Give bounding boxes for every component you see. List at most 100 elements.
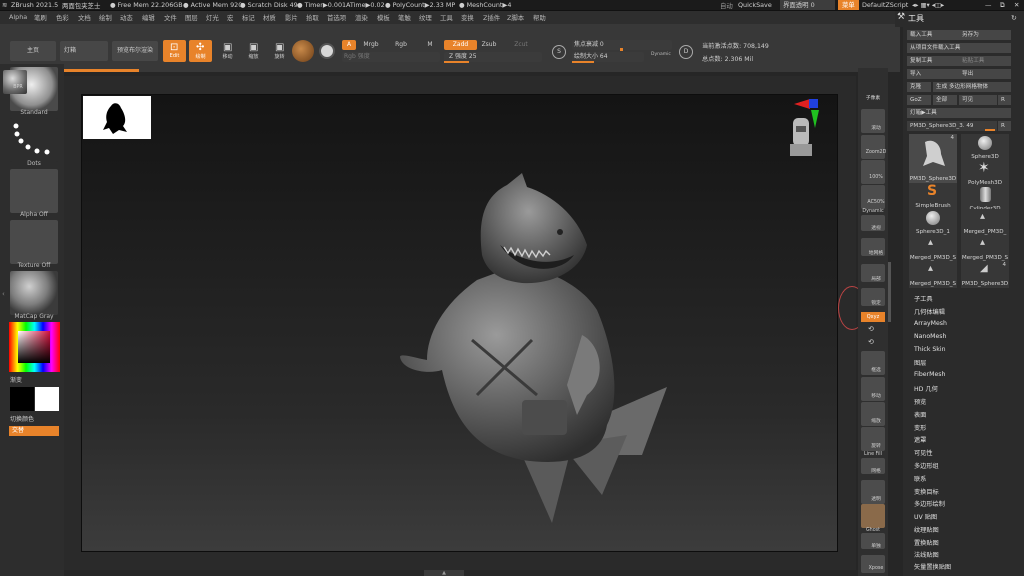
subpalette-vector-displacement-map[interactable]: 矢量置换贴图 xyxy=(914,562,951,571)
alternate-button[interactable]: 交替 xyxy=(9,426,59,436)
alpha-thumbnail[interactable] xyxy=(10,169,58,213)
menu-transform[interactable]: 变换 xyxy=(461,13,474,22)
goz-button[interactable]: GoZ xyxy=(907,95,931,105)
material-sphere-icon[interactable] xyxy=(292,40,314,62)
draw-button[interactable]: ✣ 绘制 xyxy=(189,40,212,62)
menu-zscript[interactable]: Z脚本 xyxy=(507,13,524,22)
menu-macro[interactable]: 宏 xyxy=(227,13,233,22)
menu-preferences[interactable]: 首选项 xyxy=(327,13,346,22)
close-icon[interactable]: ✕ xyxy=(1014,1,1019,9)
secondary-color-swatch[interactable] xyxy=(35,387,59,411)
tool-thumb-pm3d-sphere3d-2[interactable]: ◢ 4 PM3D_Sphere3D xyxy=(961,261,1009,288)
subpalette-preview[interactable]: 预览 xyxy=(914,397,926,406)
focal-shift-knob[interactable] xyxy=(620,48,623,51)
material-thumbnail[interactable] xyxy=(10,271,58,315)
lock-button[interactable]: 锁定 xyxy=(861,288,885,306)
subpalette-morph-target[interactable]: 变换目标 xyxy=(914,487,939,496)
transparency-button[interactable]: 透明 xyxy=(861,480,885,504)
gradient-label[interactable]: 渐变 xyxy=(10,375,22,384)
menu-stencil[interactable]: 模板 xyxy=(377,13,390,22)
rgb-intensity-slider[interactable]: Rgb 强度 xyxy=(342,52,440,62)
subpalette-displacement-map[interactable]: 置换贴图 xyxy=(914,538,939,547)
dynamic-toggle[interactable]: Dynamic xyxy=(651,52,671,57)
transparency-slider[interactable]: 界面透明 0 xyxy=(780,0,835,10)
subpalette-thickskin[interactable]: Thick Skin xyxy=(914,346,946,353)
menu-render[interactable]: 渲染 xyxy=(355,13,368,22)
lightbox-button[interactable]: 灯箱 xyxy=(60,41,108,61)
switch-color-button[interactable]: 切换颜色 xyxy=(10,414,34,423)
subpalette-deformation[interactable]: 变形 xyxy=(914,423,926,432)
subpalette-contact[interactable]: 联系 xyxy=(914,474,926,483)
color-saturation-square[interactable] xyxy=(18,331,50,363)
navigator-thumbnail[interactable] xyxy=(83,96,151,139)
rotate-button[interactable]: ▣ 旋转 xyxy=(268,40,291,62)
perspective-button[interactable]: 透视 xyxy=(861,215,885,231)
subpixel-label[interactable]: 子像素 xyxy=(858,94,888,101)
xyz-rotate-button[interactable]: Qxyz xyxy=(861,312,885,322)
load-from-project-button[interactable]: 从项目文件载入工具 xyxy=(907,43,1011,53)
subpalette-surface[interactable]: 表面 xyxy=(914,410,926,419)
local-button[interactable]: 局部 xyxy=(861,264,885,282)
preview-bool-render-button[interactable]: 预览布尔渲染 xyxy=(112,41,158,61)
document-canvas[interactable] xyxy=(81,94,838,552)
subpalette-normal-map[interactable]: 法线贴图 xyxy=(914,550,939,559)
minimize-icon[interactable]: — xyxy=(985,1,991,9)
menu-edit[interactable]: 编辑 xyxy=(142,13,155,22)
subpalette-polygroups[interactable]: 多边形组 xyxy=(914,461,939,470)
subpalette-geometry[interactable]: 几何体编辑 xyxy=(914,307,945,316)
menu-marker[interactable]: 标记 xyxy=(242,13,255,22)
subpalette-uv-map[interactable]: UV 贴图 xyxy=(914,512,937,521)
palette-refresh-icon[interactable]: ↻ xyxy=(1011,14,1017,22)
stroke-thumbnail[interactable] xyxy=(10,118,58,162)
subpalette-visibility[interactable]: 可见性 xyxy=(914,448,933,457)
subpalette-hd-geometry[interactable]: HD 几何 xyxy=(914,384,938,393)
quicksave-button[interactable]: QuickSave xyxy=(738,1,772,9)
subpalette-masking[interactable]: 遮罩 xyxy=(914,435,926,444)
rotate-y-icon[interactable]: ⟲ xyxy=(868,325,874,333)
menu-light[interactable]: 灯光 xyxy=(206,13,219,22)
menu-material[interactable]: 材质 xyxy=(263,13,276,22)
menu-tool[interactable]: 工具 xyxy=(440,13,453,22)
rgb-button[interactable]: Rgb xyxy=(388,40,414,50)
polyframe-button[interactable]: 网格 xyxy=(861,458,885,474)
color-swatch-icon[interactable] xyxy=(319,43,335,59)
layout-arrows-icon[interactable]: ◂▸ ▦▾ ◂◫▸ xyxy=(912,1,944,9)
restore-icon[interactable]: ⧉ xyxy=(1000,1,1005,10)
dynamic-label[interactable]: Dynamic xyxy=(858,209,888,214)
m-button[interactable]: M xyxy=(420,40,440,50)
frame-button[interactable]: 框选 xyxy=(861,351,885,375)
visible-button[interactable]: 可见 xyxy=(959,95,997,105)
menu-color[interactable]: 色彩 xyxy=(56,13,69,22)
tool-palette-title[interactable]: 工具 xyxy=(908,13,924,24)
zadd-button[interactable]: Zadd xyxy=(444,40,477,50)
right-shelf-scrollbar[interactable] xyxy=(888,262,891,322)
menu-document[interactable]: 文档 xyxy=(78,13,91,22)
antialias-half-button[interactable]: AC50% xyxy=(861,185,885,209)
scroll-button[interactable]: 滚动 xyxy=(861,109,885,133)
tool-thumb-sphere3d-1[interactable]: Sphere3D_1 xyxy=(909,209,957,236)
bpr-button[interactable]: BPR xyxy=(3,70,27,94)
home-button[interactable]: 主页 xyxy=(10,41,56,61)
menu-zplugin[interactable]: Z插件 xyxy=(483,13,500,22)
zoom3d-button[interactable]: 缩放 xyxy=(861,402,885,426)
subpalette-layers[interactable]: 图层 xyxy=(914,358,926,367)
tool-thumb-merged-3[interactable]: ▴ Merged_PM3D_S xyxy=(961,235,1009,262)
view-figure-icon[interactable] xyxy=(787,112,817,164)
current-tool-slider[interactable]: PM3D_Sphere3D_3. 49 xyxy=(907,121,997,131)
zsub-button[interactable]: Zsub xyxy=(478,40,500,50)
save-as-button[interactable]: 另存为 xyxy=(959,30,1011,40)
default-script-button[interactable]: DefaultZScript xyxy=(862,1,908,9)
goz-r-button[interactable]: R xyxy=(998,95,1011,105)
zoom2d-button[interactable]: Zoom2D xyxy=(861,135,886,159)
left-collapse-arrow-icon[interactable]: ‹ xyxy=(2,290,5,298)
tool-thumb-merged-1[interactable]: ▴ Merged_PM3D_ xyxy=(961,209,1009,236)
menu-layer[interactable]: 图层 xyxy=(185,13,198,22)
menu-stroke[interactable]: 笔触 xyxy=(398,13,411,22)
menu-button[interactable]: 菜单 xyxy=(838,0,859,10)
menu-help[interactable]: 帮助 xyxy=(533,13,546,22)
tool-thumb-polymesh3d[interactable]: ✶ PolyMesh3D xyxy=(961,160,1009,187)
paste-tool-button[interactable]: 粘贴工具 xyxy=(959,56,1011,66)
ghost-button[interactable] xyxy=(861,504,885,528)
menu-picker[interactable]: 拾取 xyxy=(306,13,319,22)
texture-thumbnail[interactable] xyxy=(10,220,58,264)
